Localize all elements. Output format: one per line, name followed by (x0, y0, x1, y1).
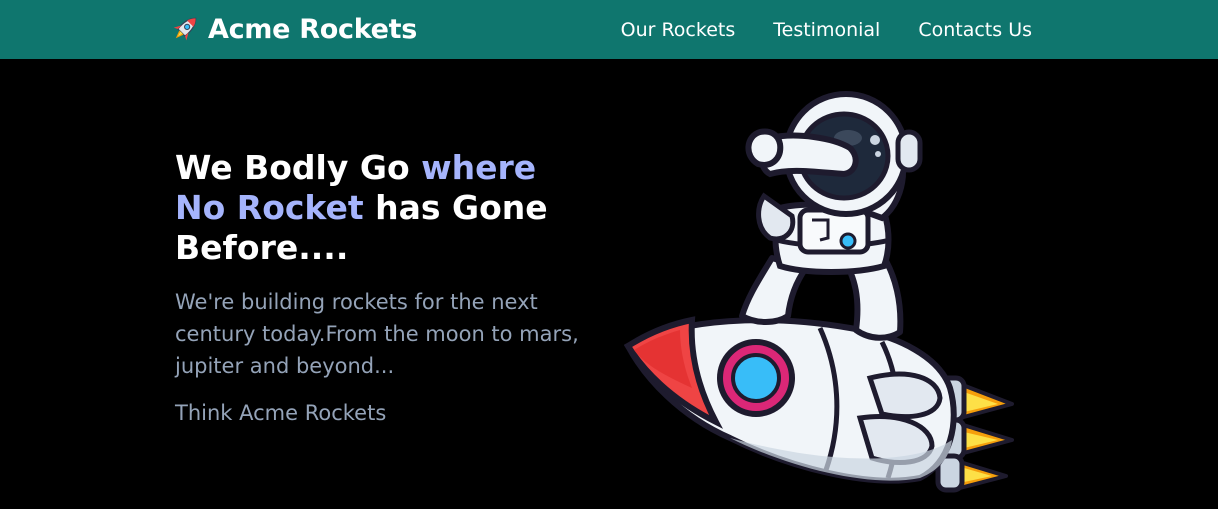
brand-link[interactable]: Acme Rockets (168, 9, 417, 49)
headline-part-1: We Bodly Go (175, 148, 422, 187)
astronaut-control-panel (797, 207, 871, 255)
rocket-flames (958, 382, 1014, 490)
hero-text: We Bodly Go where No Rocket has Gone Bef… (175, 148, 595, 428)
nav-links: Our Rockets Testimonial Contacts Us (621, 0, 1032, 59)
hero-headline: We Bodly Go where No Rocket has Gone Bef… (175, 148, 595, 268)
nav-link-contacts-us[interactable]: Contacts Us (918, 19, 1032, 41)
nav-link-our-rockets[interactable]: Our Rockets (621, 19, 736, 41)
rocket-icon (173, 17, 197, 41)
brand-name: Acme Rockets (208, 13, 418, 45)
hero-subtext: We're building rockets for the next cent… (175, 290, 579, 378)
navbar: Acme Rockets Our Rockets Testimonial Con… (0, 0, 1218, 59)
nav-link-testimonial[interactable]: Testimonial (773, 19, 880, 41)
hero-tagline: Think Acme Rockets (175, 401, 387, 425)
astronaut-on-rocket-illustration (623, 91, 1014, 493)
